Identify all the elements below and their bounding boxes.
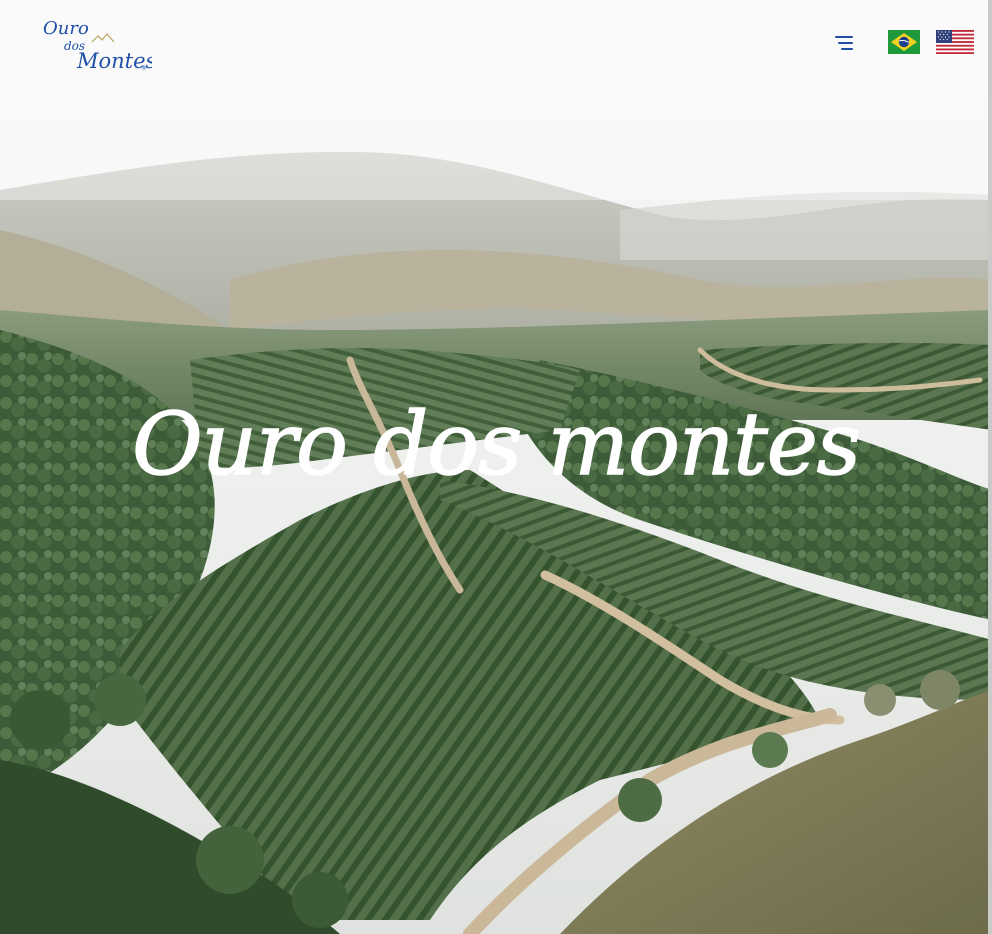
logo-mountains-icon bbox=[91, 33, 115, 43]
brazil-flag-icon[interactable] bbox=[888, 30, 920, 54]
hero-title-text: Ouro dos montes bbox=[132, 395, 860, 495]
hero-section: Ouro dos Montes ® Ouro dos montes bbox=[0, 0, 992, 934]
ouro-dos-montes-logo[interactable]: Ouro dos Montes ® bbox=[40, 12, 152, 76]
usa-flag-icon[interactable] bbox=[936, 30, 974, 54]
hero-title: Ouro dos montes bbox=[131, 394, 861, 496]
logo-line-ouro: Ouro bbox=[43, 18, 89, 39]
page-scrollbar[interactable] bbox=[988, 0, 992, 934]
site-header: Ouro dos Montes ® bbox=[0, 0, 992, 90]
hamburger-menu-icon[interactable] bbox=[832, 33, 856, 53]
logo-registered-mark: ® bbox=[141, 65, 147, 72]
